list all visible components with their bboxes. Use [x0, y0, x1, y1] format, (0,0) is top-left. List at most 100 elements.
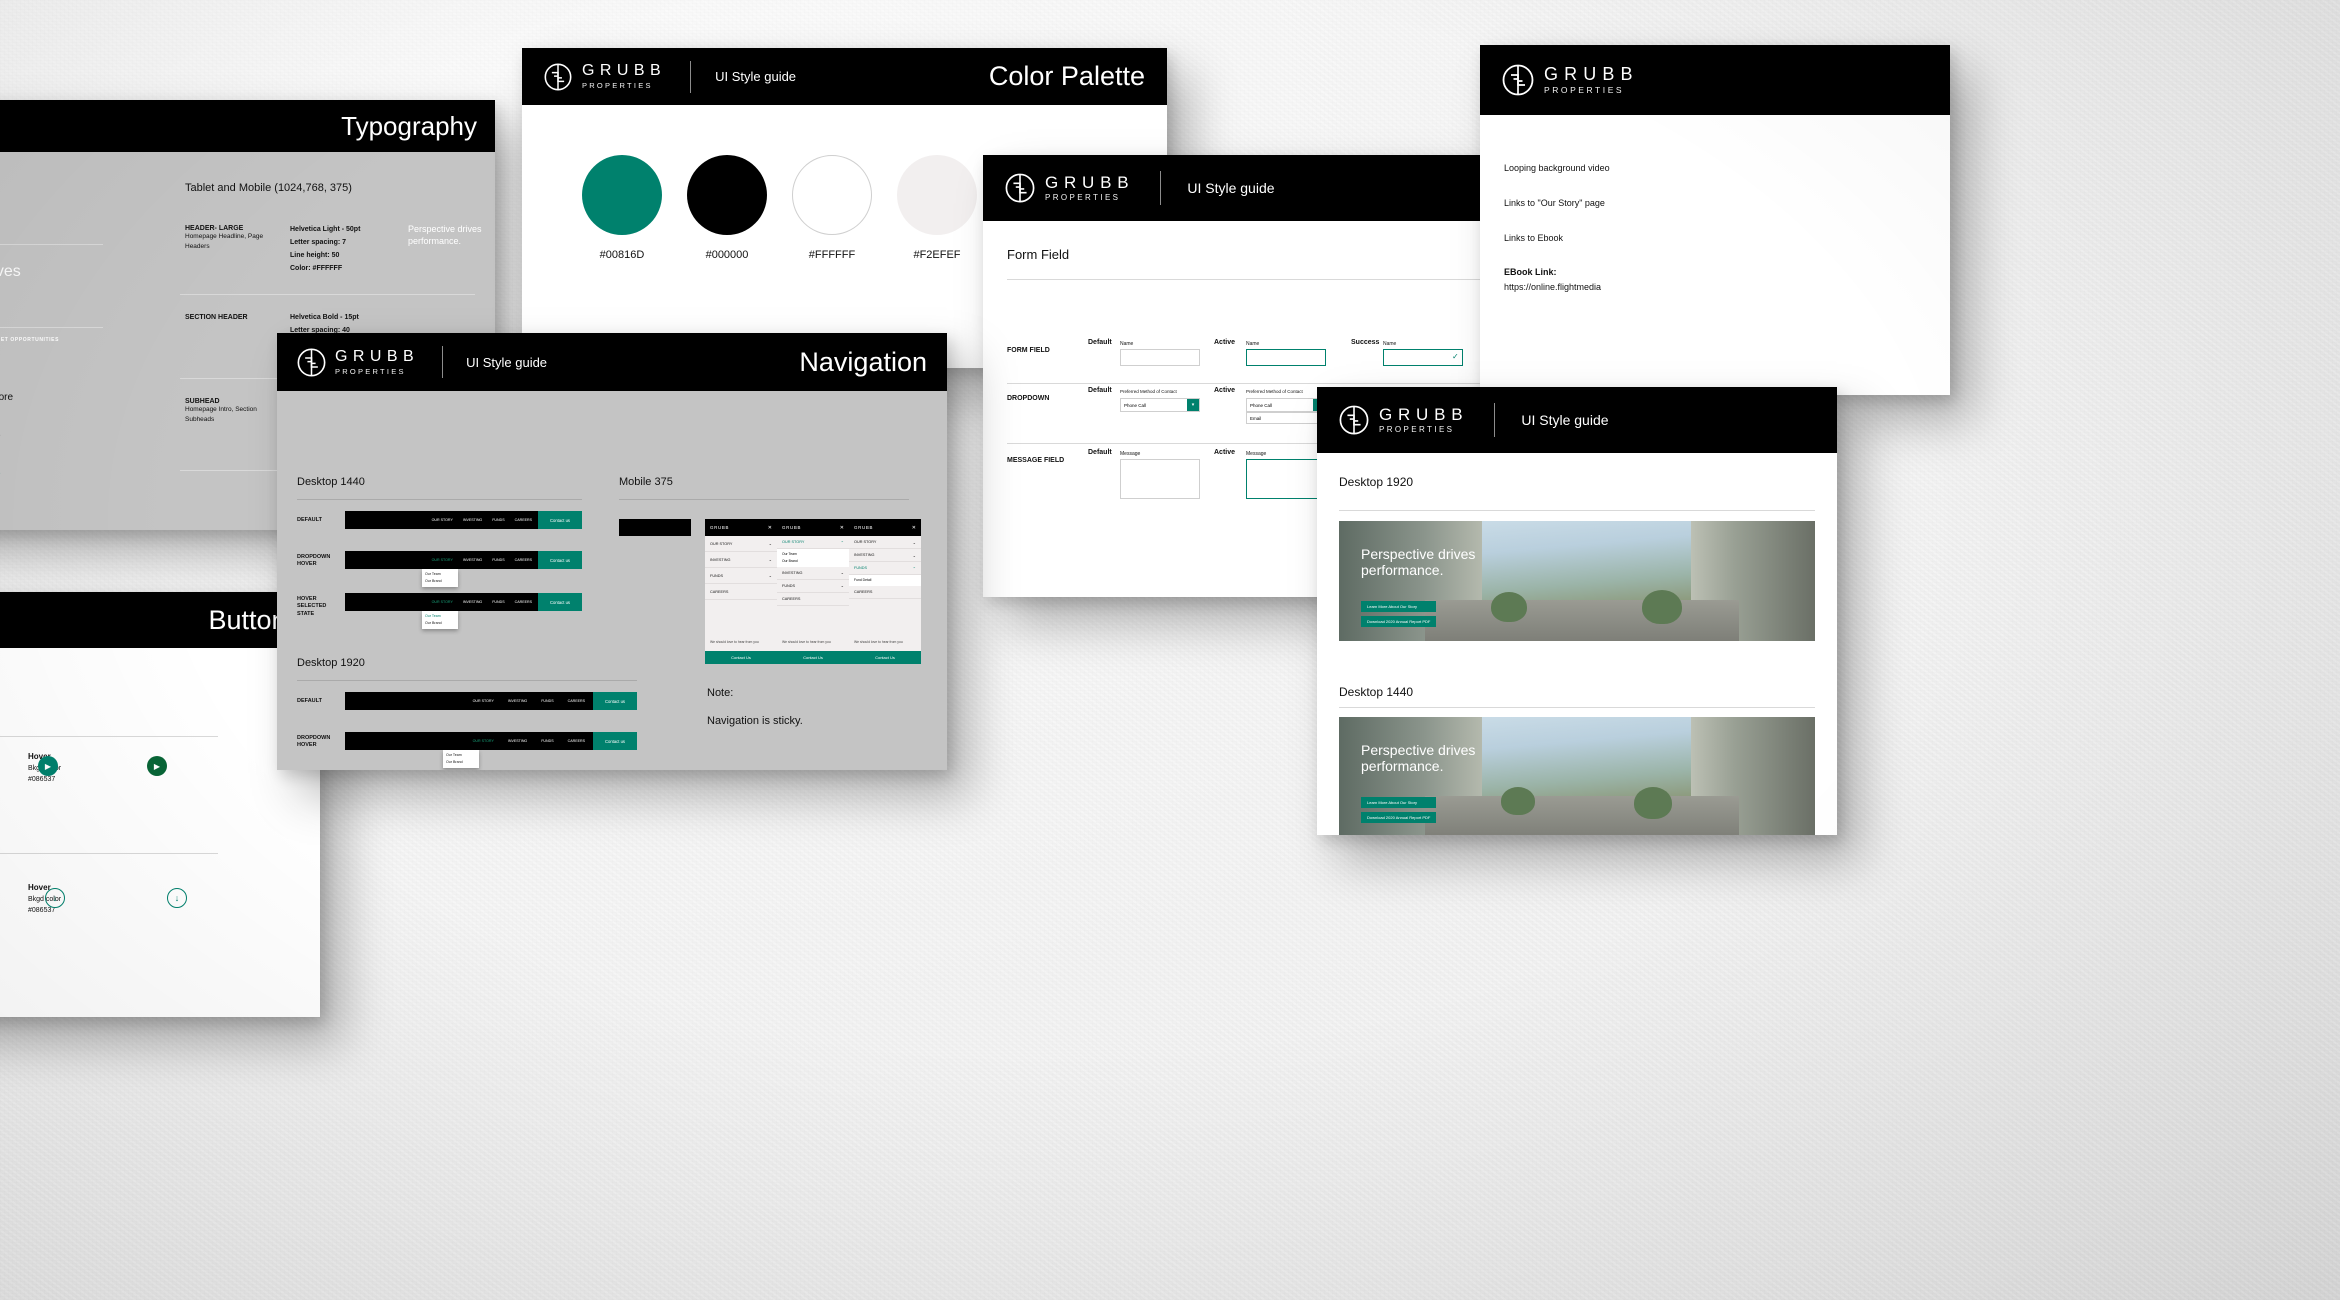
- nav-link-careers[interactable]: CAREERS: [568, 699, 585, 703]
- link-item[interactable]: Looping background video: [1504, 163, 1610, 174]
- close-icon[interactable]: ✕: [840, 525, 844, 531]
- nav-link-careers[interactable]: CAREERS: [568, 739, 585, 743]
- input-name-success[interactable]: [1383, 349, 1463, 366]
- navbar-default-1920[interactable]: GRUBB OUR STORY INVESTING FUNDS CAREERS …: [345, 692, 637, 710]
- chevron-down-icon[interactable]: ⌄: [841, 570, 844, 575]
- hero-button-learn-more[interactable]: Learn More About Our Story: [1361, 797, 1437, 808]
- mobile-phone-story-expanded[interactable]: GRUBB ✕ OUR STORY ⌃ Our Team Our Brand I…: [777, 519, 849, 664]
- dropdown-item-our-team[interactable]: Our Team: [425, 571, 455, 578]
- hamburger-icon[interactable]: ≡: [683, 525, 686, 531]
- mobile-menu-item[interactable]: CAREERS: [849, 586, 921, 599]
- dropdown-default[interactable]: Phone Call ▾: [1120, 398, 1200, 412]
- close-icon[interactable]: ✕: [912, 525, 916, 531]
- contact-us-button[interactable]: Contact us: [538, 511, 582, 529]
- contact-us-button[interactable]: Contact us: [593, 732, 637, 750]
- mobile-menu-item[interactable]: OUR STORY ⌃: [777, 536, 849, 549]
- nav-link-funds[interactable]: FUNDS: [492, 600, 504, 604]
- card-navigation[interactable]: GRUBB PROPERTIES UI Style guide Navigati…: [277, 333, 947, 770]
- chevron-up-icon[interactable]: ⌃: [841, 540, 844, 545]
- close-icon[interactable]: ✕: [768, 525, 772, 531]
- chevron-down-icon[interactable]: ⌄: [841, 583, 844, 588]
- download-button-default[interactable]: ↓: [45, 888, 65, 908]
- hero-preview-1920[interactable]: Perspective drives performance. Learn Mo…: [1339, 521, 1815, 641]
- dropdown-item-our-brand[interactable]: Our Brand: [446, 759, 476, 766]
- mobile-menu-item[interactable]: CAREERS: [777, 593, 849, 606]
- nav-link-our-story[interactable]: OUR STORY: [473, 739, 494, 743]
- input-name-default[interactable]: [1120, 349, 1200, 366]
- nav-link-our-story[interactable]: OUR STORY: [432, 600, 453, 604]
- nav-link-careers[interactable]: CAREERS: [515, 558, 532, 562]
- dropdown-option-email[interactable]: Email: [1246, 412, 1326, 424]
- chevron-down-icon[interactable]: ⌄: [913, 553, 916, 558]
- dropdown-item-our-brand[interactable]: Our Brand: [425, 620, 455, 627]
- submenu-item-our-team[interactable]: Our Team: [782, 551, 844, 558]
- textarea-message-default[interactable]: [1120, 459, 1200, 499]
- mobile-contact-button[interactable]: Contact Us: [705, 651, 777, 664]
- submenu-item-fund-detail[interactable]: Fund Detail: [854, 577, 916, 584]
- dropdown-item-our-team[interactable]: Our Team: [425, 613, 455, 620]
- mobile-menu-item[interactable]: FUNDS ⌄: [705, 568, 777, 584]
- card-buttons[interactable]: Buttons Default Bkgd color #000000 Hover…: [0, 592, 320, 1017]
- hero-button-learn-more[interactable]: Learn More About Our Story: [1361, 601, 1437, 612]
- contact-us-button[interactable]: Contact us: [593, 692, 637, 710]
- mobile-phone-funds-expanded[interactable]: GRUBB ✕ OUR STORY ⌄ INVESTING ⌄ FUNDS ⌃ …: [849, 519, 921, 664]
- play-button-hover[interactable]: ▶: [147, 756, 167, 776]
- nav-link-funds[interactable]: FUNDS: [541, 739, 553, 743]
- navbar-dropdown-hover-1920[interactable]: GRUBB OUR STORY INVESTING FUNDS CAREERS …: [345, 732, 637, 750]
- mobile-menu-item[interactable]: FUNDS ⌃: [849, 562, 921, 575]
- mobile-menu-item[interactable]: OUR STORY ⌄: [849, 536, 921, 549]
- card-links[interactable]: GRUBB PROPERTIES Looping background vide…: [1480, 45, 1950, 395]
- download-button-hover[interactable]: ↓: [167, 888, 187, 908]
- nav-dropdown-1920[interactable]: Our Team Our Brand: [443, 750, 479, 768]
- chevron-down-icon[interactable]: ⌄: [769, 557, 772, 562]
- contact-us-button[interactable]: Contact us: [538, 551, 582, 569]
- navbar-hover-selected-1440[interactable]: GRUBB OUR STORY INVESTING FUNDS CAREERS …: [345, 593, 582, 611]
- mobile-menu-item[interactable]: CAREERS: [705, 584, 777, 600]
- mobile-menu-item[interactable]: INVESTING ⌄: [777, 567, 849, 580]
- mobile-contact-button[interactable]: Contact Us: [777, 651, 849, 664]
- contact-us-button[interactable]: Contact us: [538, 593, 582, 611]
- textarea-message-active[interactable]: [1246, 459, 1326, 499]
- nav-dropdown-selected-1440[interactable]: Our Team Our Brand: [422, 611, 458, 629]
- nav-link-investing[interactable]: INVESTING: [463, 558, 482, 562]
- nav-link-investing[interactable]: INVESTING: [463, 518, 482, 522]
- link-item[interactable]: Links to Ebook: [1504, 233, 1610, 244]
- link-item[interactable]: Links to "Our Story" page: [1504, 198, 1610, 209]
- mobile-navbar[interactable]: GRUBB ✕: [777, 519, 849, 536]
- chevron-down-icon[interactable]: ⌄: [769, 541, 772, 546]
- dropdown-active[interactable]: Phone Call ▾: [1246, 398, 1326, 412]
- hero-button-download-pdf[interactable]: Download 2020 Annual Report PDF: [1361, 812, 1437, 823]
- submenu-item-our-brand[interactable]: Our Brand: [782, 558, 844, 565]
- mobile-menu-item[interactable]: INVESTING ⌄: [705, 552, 777, 568]
- nav-link-our-story[interactable]: OUR STORY: [432, 558, 453, 562]
- nav-link-investing[interactable]: INVESTING: [508, 739, 527, 743]
- mobile-navbar[interactable]: GRUBB ✕: [705, 519, 777, 536]
- nav-link-investing[interactable]: INVESTING: [508, 699, 527, 703]
- mobile-menu-item[interactable]: INVESTING ⌄: [849, 549, 921, 562]
- hero-button-download-pdf[interactable]: Download 2020 Annual Report PDF: [1361, 616, 1437, 627]
- dropdown-item-our-brand[interactable]: Our Brand: [425, 578, 455, 585]
- chevron-down-icon[interactable]: ⌄: [913, 540, 916, 545]
- mobile-contact-button[interactable]: Contact Us: [849, 651, 921, 664]
- hero-preview-1440[interactable]: Perspective drives performance. Learn Mo…: [1339, 717, 1815, 835]
- card-screens[interactable]: GRUBB PROPERTIES UI Style guide Desktop …: [1317, 387, 1837, 835]
- nav-link-investing[interactable]: INVESTING: [463, 600, 482, 604]
- mobile-phone-menu-open[interactable]: GRUBB ✕ OUR STORY ⌄ INVESTING ⌄ FUNDS ⌄ …: [705, 519, 777, 664]
- nav-link-funds[interactable]: FUNDS: [541, 699, 553, 703]
- nav-link-careers[interactable]: CAREERS: [515, 518, 532, 522]
- chevron-up-icon[interactable]: ⌃: [913, 566, 916, 571]
- navbar-default-1440[interactable]: GRUBB OUR STORY INVESTING FUNDS CAREERS …: [345, 511, 582, 529]
- mobile-menu-item[interactable]: OUR STORY ⌄: [705, 536, 777, 552]
- nav-link-our-story[interactable]: OUR STORY: [432, 518, 453, 522]
- navbar-dropdown-hover-1440[interactable]: GRUBB OUR STORY INVESTING FUNDS CAREERS …: [345, 551, 582, 569]
- nav-link-careers[interactable]: CAREERS: [515, 600, 532, 604]
- chevron-down-icon[interactable]: ⌄: [769, 573, 772, 578]
- nav-dropdown-1440[interactable]: Our Team Our Brand: [422, 569, 458, 587]
- mobile-navbar[interactable]: GRUBB ✕: [849, 519, 921, 536]
- mobile-navbar-collapsed[interactable]: GRUBB ≡: [619, 519, 691, 536]
- chevron-down-icon[interactable]: ▾: [1187, 399, 1199, 411]
- play-button-default[interactable]: ▶: [38, 756, 58, 776]
- link-item-url[interactable]: https://online.flightmedia: [1504, 282, 1610, 293]
- nav-link-funds[interactable]: FUNDS: [492, 558, 504, 562]
- nav-link-our-story[interactable]: OUR STORY: [473, 699, 494, 703]
